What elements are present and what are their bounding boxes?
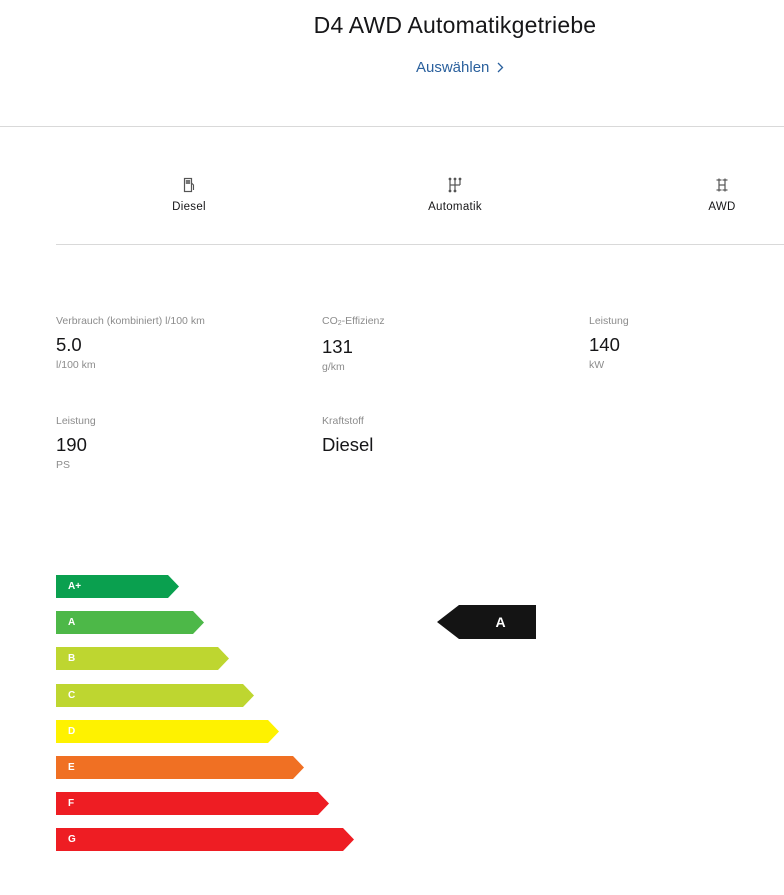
efficiency-bar-label: G: [68, 834, 76, 845]
efficiency-bar-label: F: [68, 798, 75, 809]
efficiency-bar-label: C: [68, 690, 76, 701]
spec-value: Diesel: [322, 434, 374, 455]
gear-shift-icon: [448, 176, 462, 194]
spec-power-kw: Leistung 140 kW: [589, 315, 629, 372]
spec-value: 140: [589, 334, 620, 355]
feature-transmission: Automatik: [416, 176, 494, 213]
spec-fuel: Kraftstoff Diesel: [322, 415, 373, 456]
spec-value: 131: [322, 336, 353, 357]
spec-unit: l/100 km: [56, 359, 96, 371]
efficiency-bar-label: E: [68, 762, 75, 773]
spec-power-ps: Leistung 190 PS: [56, 415, 96, 472]
page-title: D4 AWD Automatikgetriebe: [313, 12, 597, 38]
divider: [56, 244, 784, 245]
feature-drive: AWD: [692, 176, 752, 213]
spec-label: CO2-Effizienz: [322, 315, 385, 327]
efficiency-bar: F: [56, 792, 329, 815]
spec-label: Leistung: [589, 315, 629, 327]
efficiency-bar-label: D: [68, 726, 76, 737]
feature-label: AWD: [708, 201, 736, 213]
spec-label: Verbrauch (kombiniert) l/100 km: [56, 315, 205, 327]
spec-label: Kraftstoff: [322, 415, 364, 427]
efficiency-bar-label: A: [68, 617, 76, 628]
efficiency-bar: B: [56, 647, 229, 670]
feature-fuel: Diesel: [150, 176, 228, 213]
efficiency-bar: C: [56, 684, 254, 707]
spec-label: Leistung: [56, 415, 96, 427]
efficiency-rating-marker: A: [437, 605, 536, 639]
efficiency-bar-label: B: [68, 653, 76, 664]
select-link[interactable]: Auswählen: [416, 59, 504, 76]
spec-co2: CO2-Effizienz 131 g/km: [322, 315, 385, 374]
efficiency-bar: D: [56, 720, 279, 743]
spec-value: 5.0: [56, 334, 82, 355]
feature-label: Diesel: [172, 201, 206, 213]
efficiency-bar: G: [56, 828, 354, 851]
feature-label: Automatik: [428, 201, 482, 213]
efficiency-bar-label: A+: [68, 581, 82, 592]
spec-unit: kW: [589, 359, 605, 371]
all-wheel-drive-icon: [715, 176, 729, 194]
spec-unit: PS: [56, 459, 71, 471]
divider: [0, 126, 784, 127]
spec-value: 190: [56, 434, 87, 455]
select-link-label: Auswählen: [416, 59, 490, 76]
efficiency-bar: A: [56, 611, 204, 634]
efficiency-bar: E: [56, 756, 304, 779]
efficiency-bar: A+: [56, 575, 179, 598]
spec-consumption: Verbrauch (kombiniert) l/100 km 5.0 l/10…: [56, 315, 205, 372]
efficiency-rating-label: A: [495, 614, 506, 630]
chevron-right-icon: [497, 62, 504, 73]
spec-unit: g/km: [322, 361, 345, 373]
fuel-pump-icon: [183, 176, 195, 194]
